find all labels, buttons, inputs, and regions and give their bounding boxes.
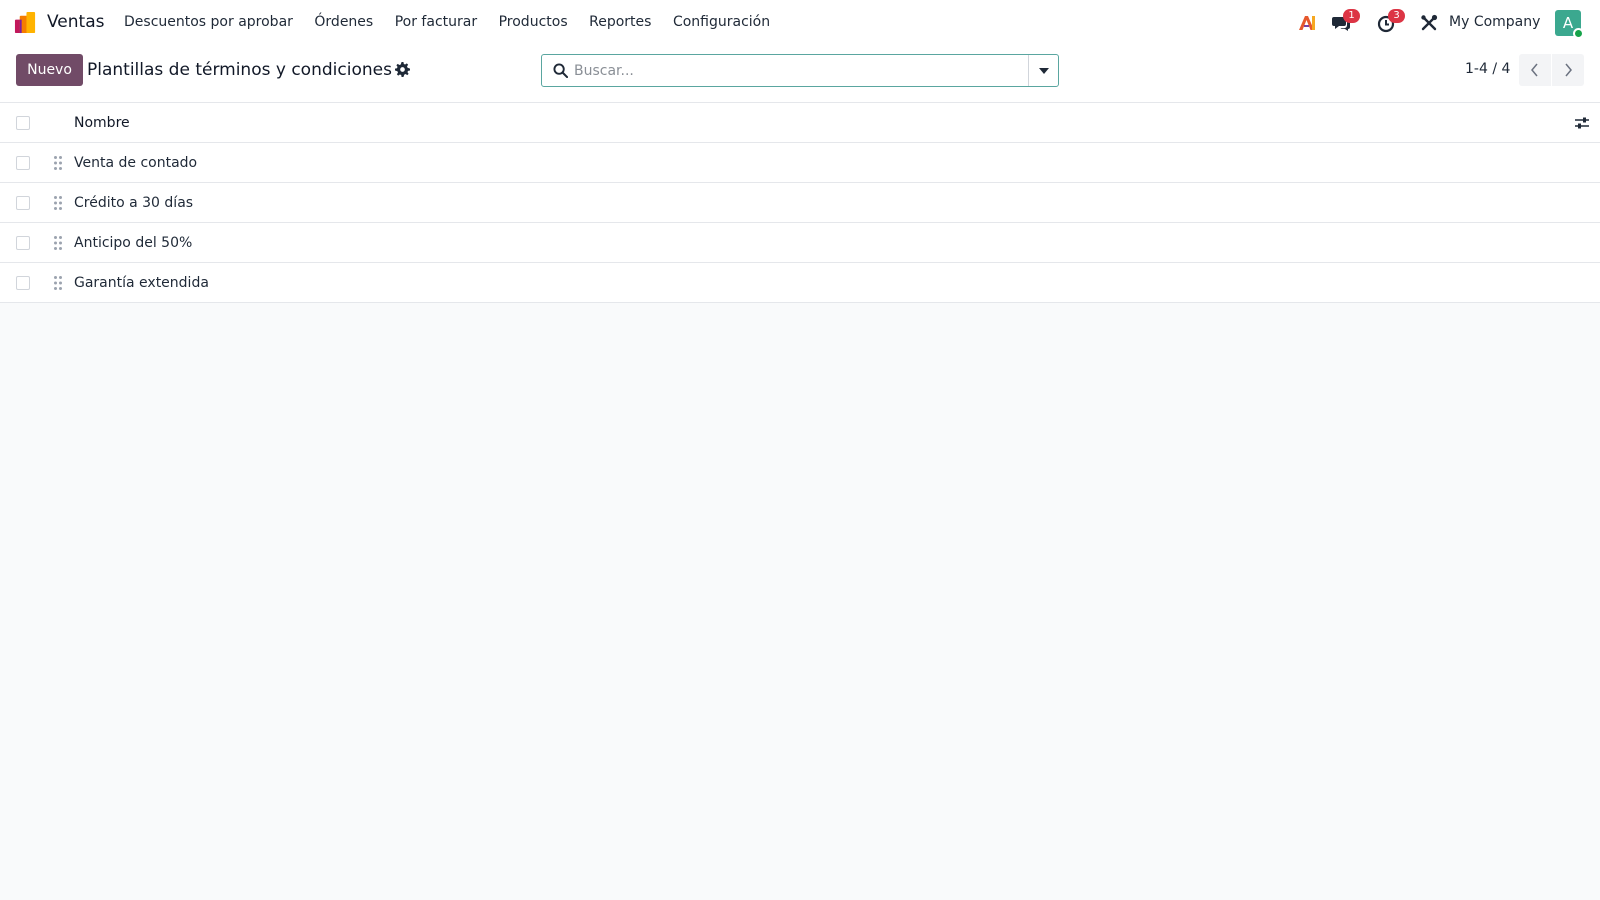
list-view: Nombre Venta de contado Crédito a 30 día… [0,103,1600,303]
search-input[interactable] [574,55,1014,86]
table-row[interactable]: Anticipo del 50% [0,223,1600,263]
row-checkbox[interactable] [16,276,30,290]
drag-handle-icon[interactable] [53,275,63,291]
main-menu: Descuentos por aprobar Órdenes Por factu… [124,12,792,32]
menu-item-descuentos[interactable]: Descuentos por aprobar [124,12,293,32]
pager-value[interactable]: 1-4 / 4 [1465,59,1510,79]
control-panel: Nuevo Plantillas de términos y condicion… [0,45,1600,103]
messages-button[interactable]: 1 [1331,9,1360,33]
pager-previous-button[interactable] [1519,54,1551,86]
row-name: Crédito a 30 días [74,195,194,211]
list-header: Nombre [0,103,1600,143]
sales-app-icon[interactable] [14,11,37,34]
caret-down-icon [1039,68,1049,74]
row-name: Garantía extendida [74,275,209,291]
top-navbar: Ventas Descuentos por aprobar Órdenes Po… [0,0,1600,45]
company-switcher[interactable]: My Company [1449,12,1540,32]
app-name[interactable]: Ventas [47,11,104,33]
row-checkbox[interactable] [16,236,30,250]
table-row[interactable]: Garantía extendida [0,263,1600,303]
gear-icon[interactable] [395,62,410,77]
presence-indicator [1573,28,1584,39]
column-header-name[interactable]: Nombre [74,113,130,133]
ai-icon[interactable] [1297,13,1317,33]
table-row[interactable]: Venta de contado [0,143,1600,183]
search-bar [541,54,1059,87]
page-title: Plantillas de términos y condiciones [87,60,392,80]
row-name: Venta de contado [74,155,198,171]
activities-button[interactable]: 3 [1376,9,1405,33]
menu-item-reportes[interactable]: Reportes [589,12,651,32]
drag-handle-icon[interactable] [53,195,63,211]
row-checkbox[interactable] [16,156,30,170]
chevron-left-icon [1531,63,1538,77]
pager-next-button[interactable] [1552,54,1584,86]
search-options-toggle[interactable] [1028,55,1058,86]
table-row[interactable]: Crédito a 30 días [0,183,1600,223]
menu-item-productos[interactable]: Productos [499,12,568,32]
new-button[interactable]: Nuevo [16,54,83,86]
drag-handle-icon[interactable] [53,235,63,251]
sliders-icon[interactable] [1574,115,1590,131]
menu-item-configuracion[interactable]: Configuración [673,12,770,32]
user-avatar[interactable]: A [1555,10,1584,39]
tools-icon[interactable] [1419,13,1439,33]
activities-badge: 3 [1388,9,1405,23]
chevron-right-icon [1565,63,1572,77]
messages-badge: 1 [1343,9,1360,23]
select-all-checkbox[interactable] [16,116,30,130]
menu-item-por-facturar[interactable]: Por facturar [395,12,477,32]
drag-handle-icon[interactable] [53,155,63,171]
row-checkbox[interactable] [16,196,30,210]
avatar-letter: A [1562,14,1574,32]
menu-item-ordenes[interactable]: Órdenes [314,12,373,32]
search-icon [553,63,568,78]
row-name: Anticipo del 50% [74,235,193,251]
